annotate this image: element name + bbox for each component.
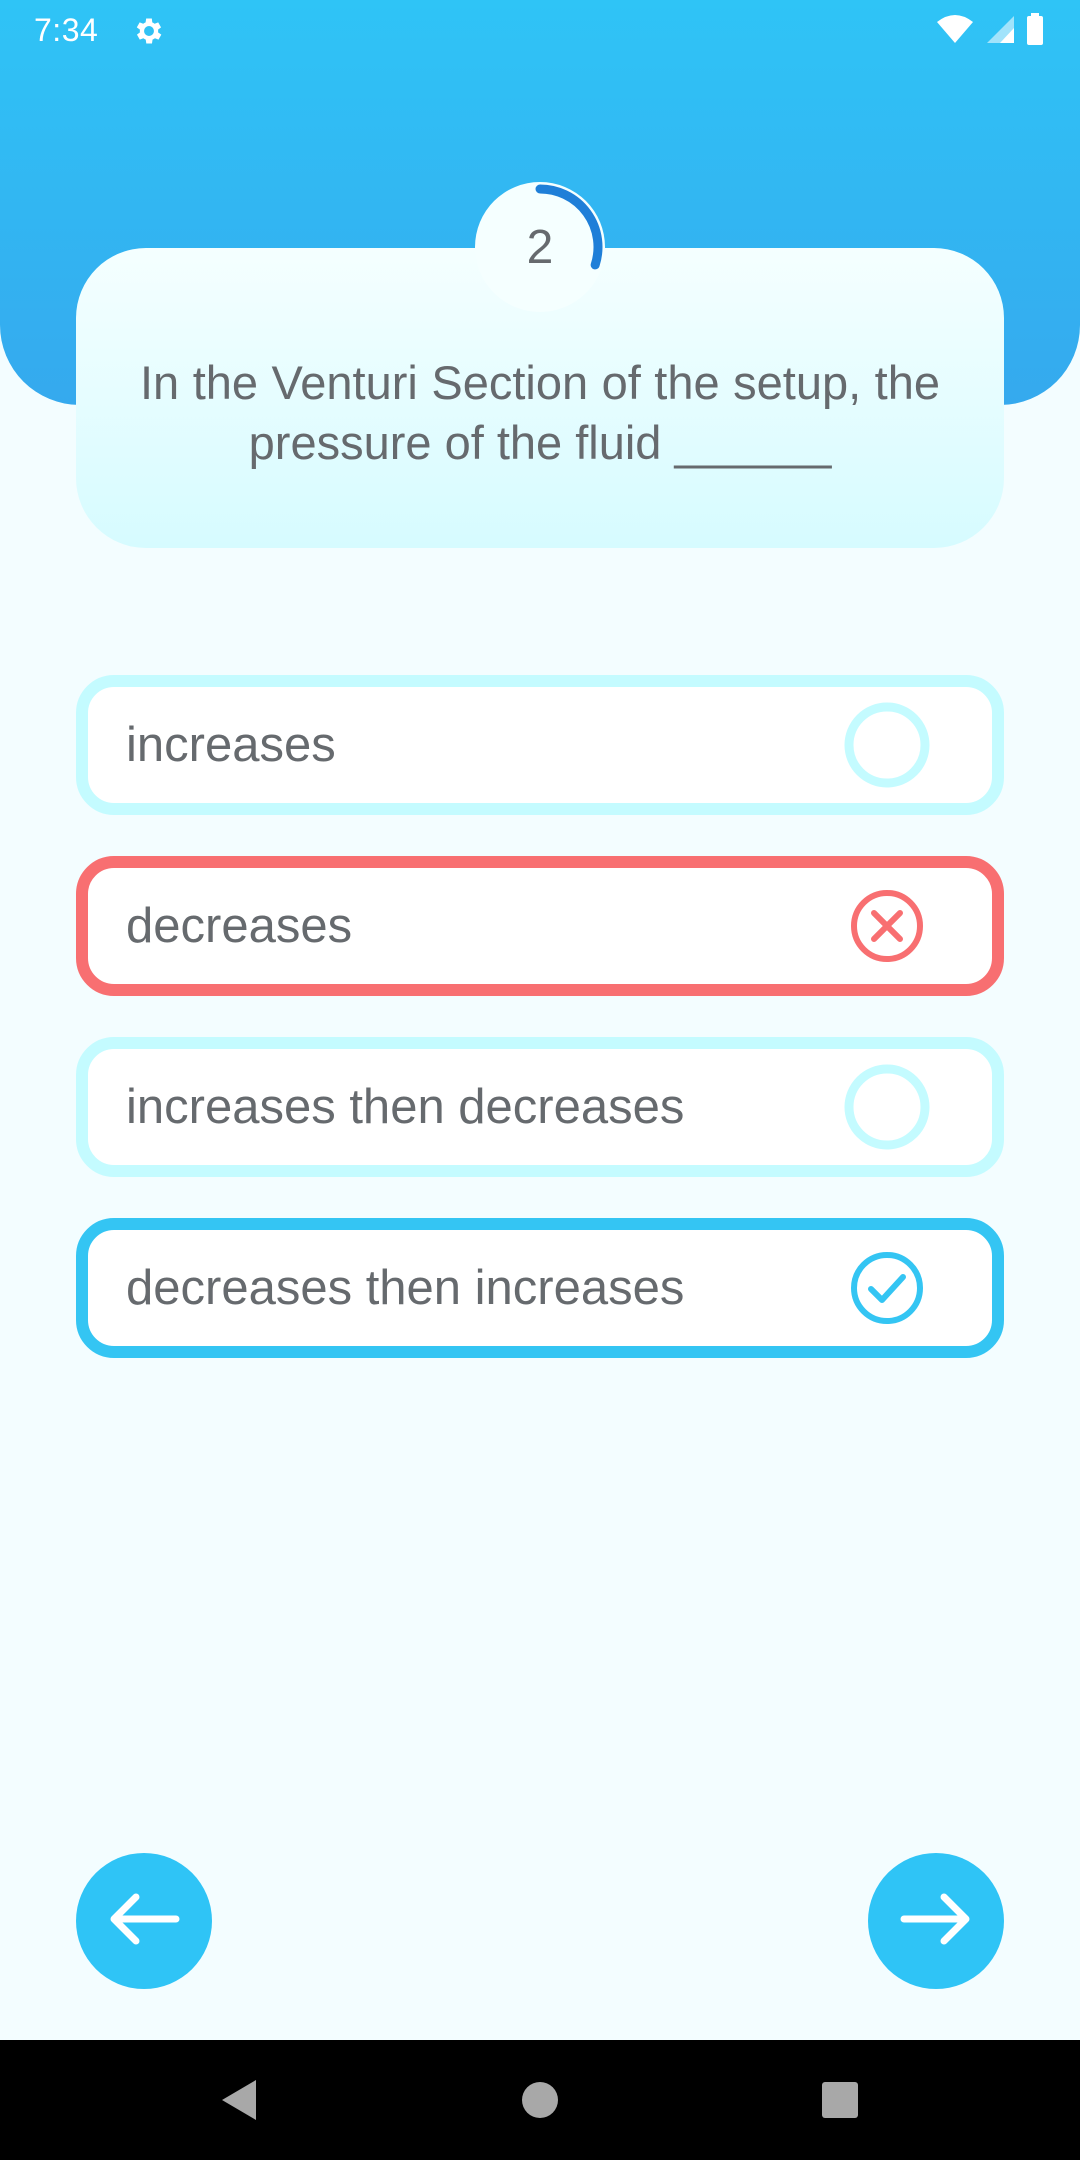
- status-icons: [936, 12, 1044, 50]
- previous-button[interactable]: [76, 1853, 212, 1989]
- battery-icon: [1026, 12, 1044, 50]
- status-bar: 7:34: [0, 0, 1080, 62]
- recents-icon[interactable]: [810, 2040, 870, 2160]
- settings-icon: [132, 14, 166, 48]
- question-text: In the Venturi Section of the setup, the…: [140, 356, 940, 469]
- correct-answer-icon: [842, 1243, 932, 1333]
- option-increases[interactable]: increases: [76, 675, 1004, 815]
- question-number: 2: [526, 220, 554, 274]
- arrow-left-icon: [106, 1889, 182, 1954]
- radio-empty-icon: [842, 1062, 932, 1152]
- option-decreases-then-increases[interactable]: decreases then increases: [76, 1218, 1004, 1358]
- option-label: decreases: [126, 899, 353, 953]
- option-label: increases then decreases: [126, 1080, 685, 1134]
- back-icon[interactable]: [210, 2040, 270, 2160]
- option-label: decreases then increases: [126, 1261, 685, 1315]
- radio-empty-icon: [842, 700, 932, 790]
- option-label: increases: [126, 718, 336, 772]
- signal-icon: [984, 14, 1016, 49]
- arrow-right-icon: [898, 1889, 974, 1954]
- next-button[interactable]: [868, 1853, 1004, 1989]
- option-increases-then-decreases[interactable]: increases then decreases: [76, 1037, 1004, 1177]
- wifi-icon: [936, 14, 974, 49]
- option-decreases[interactable]: decreases: [76, 856, 1004, 996]
- home-icon[interactable]: [510, 2040, 570, 2160]
- system-nav-bar: [0, 2040, 1080, 2160]
- wrong-answer-icon: [842, 881, 932, 971]
- status-time: 7:34: [34, 12, 99, 48]
- question-counter: 2: [475, 182, 605, 312]
